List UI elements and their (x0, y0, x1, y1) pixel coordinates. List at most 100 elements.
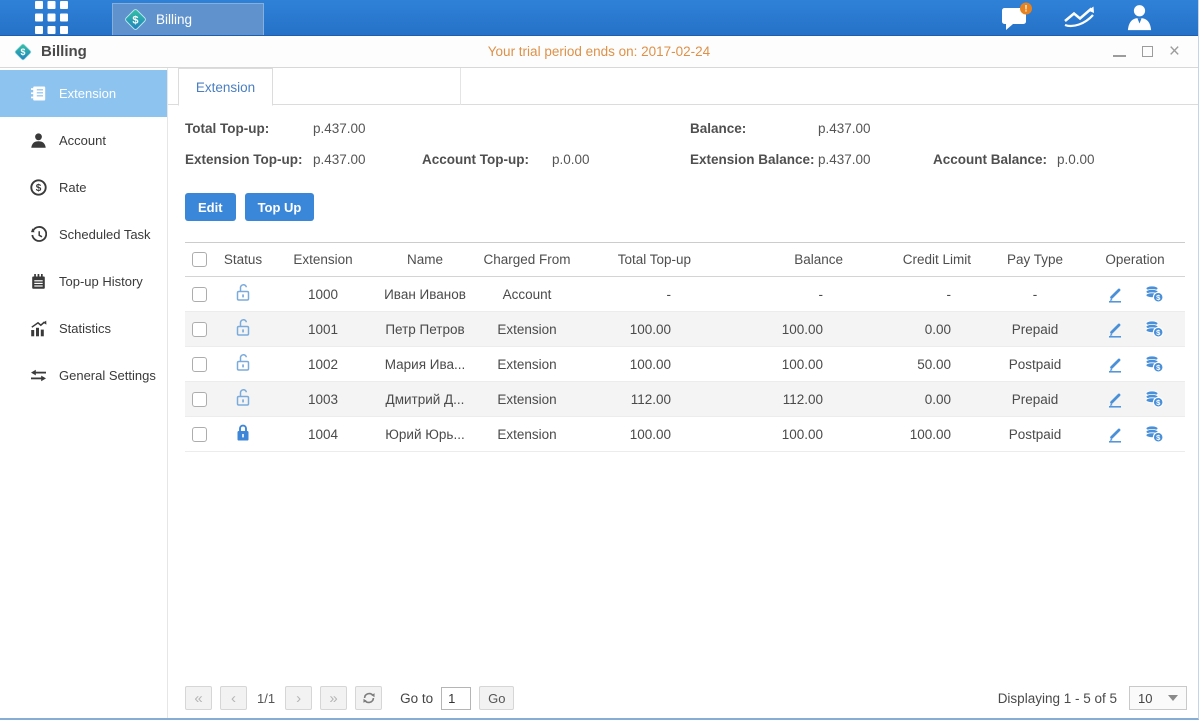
page-size-select[interactable]: 10 (1129, 686, 1187, 710)
cell-name: Мария Ива... (373, 347, 477, 382)
billing-app-window: $ Billing ! (0, 0, 1199, 720)
sidebar-item-account[interactable]: Account (0, 117, 167, 164)
sidebar-item-extension[interactable]: Extension (0, 70, 167, 117)
sidebar-item-general-settings[interactable]: General Settings (0, 352, 167, 399)
row-checkbox[interactable] (192, 322, 207, 337)
prev-page-button[interactable]: ‹ (220, 686, 247, 710)
cell-extension: 1002 (273, 347, 373, 382)
refresh-button[interactable] (355, 686, 382, 710)
user-menu-button[interactable] (1125, 3, 1154, 32)
goto-page-input[interactable] (441, 687, 471, 710)
action-buttons: Edit Top Up (168, 181, 1199, 227)
sidebar-item-topup-history[interactable]: Top-up History (0, 258, 167, 305)
account-topup-value: p.0.00 (552, 152, 590, 167)
close-button[interactable]: × (1169, 45, 1180, 59)
apps-grid-icon[interactable] (34, 1, 68, 35)
extension-balance-label: Extension Balance: (690, 152, 815, 167)
first-page-button[interactable]: « (185, 686, 212, 710)
cell-charged-from: Extension (477, 382, 577, 417)
row-checkbox[interactable] (192, 287, 207, 302)
cell-pay-type: Postpaid (985, 347, 1085, 382)
last-page-button[interactable]: » (320, 686, 347, 710)
statistics-icon (30, 320, 47, 337)
edit-row-icon[interactable] (1106, 425, 1124, 443)
header-extension: Extension (273, 243, 373, 277)
topup-row-icon[interactable]: $ (1144, 425, 1164, 443)
lock-open-icon (235, 283, 251, 302)
minimize-button[interactable] (1113, 55, 1126, 57)
cell-name: Петр Петров (373, 312, 477, 347)
cell-total-topup: - (577, 277, 705, 312)
cell-credit-limit: 100.00 (857, 417, 985, 452)
topup-button[interactable]: Top Up (245, 193, 315, 221)
cell-name: Дмитрий Д... (373, 382, 477, 417)
sidebar-item-scheduled-task[interactable]: Scheduled Task (0, 211, 167, 258)
header-balance: Balance (705, 243, 857, 277)
maximize-button[interactable] (1142, 46, 1153, 57)
sidebar-item-rate[interactable]: $ Rate (0, 164, 167, 211)
notification-badge: ! (1025, 4, 1028, 14)
header-pay-type: Pay Type (985, 243, 1085, 277)
table-row[interactable]: 1000 Иван Иванов Account - - - - $ (185, 277, 1185, 312)
table-row[interactable]: 1004 Юрий Юрь... Extension 100.00 100.00… (185, 417, 1185, 452)
row-checkbox[interactable] (192, 357, 207, 372)
lock-closed-icon (235, 423, 251, 442)
edit-button[interactable]: Edit (185, 193, 236, 221)
cell-total-topup: 112.00 (577, 382, 705, 417)
table-row[interactable]: 1001 Петр Петров Extension 100.00 100.00… (185, 312, 1185, 347)
cell-pay-type: Postpaid (985, 417, 1085, 452)
row-checkbox[interactable] (192, 392, 207, 407)
edit-row-icon[interactable] (1106, 285, 1124, 303)
extension-icon (30, 85, 47, 102)
tab-separator (460, 68, 461, 105)
scheduled-task-icon (30, 226, 47, 243)
billing-app-icon: $ (13, 42, 33, 62)
topup-row-icon[interactable]: $ (1144, 320, 1164, 338)
sidebar-item-label: General Settings (59, 368, 156, 383)
cell-balance: 100.00 (705, 312, 857, 347)
topup-row-icon[interactable]: $ (1144, 355, 1164, 373)
tab-extension[interactable]: Extension (178, 68, 273, 106)
trial-notice: Your trial period ends on: 2017-02-24 (0, 44, 1198, 59)
table-row[interactable]: 1002 Мария Ива... Extension 100.00 100.0… (185, 347, 1185, 382)
topup-history-icon (30, 273, 47, 290)
edit-row-icon[interactable] (1106, 355, 1124, 373)
table-row[interactable]: 1003 Дмитрий Д... Extension 112.00 112.0… (185, 382, 1185, 417)
header-name: Name (373, 243, 477, 277)
cell-total-topup: 100.00 (577, 417, 705, 452)
header-operation: Operation (1085, 243, 1185, 277)
total-topup-label: Total Top-up: (185, 121, 269, 136)
next-page-button[interactable]: › (285, 686, 312, 710)
sidebar-item-statistics[interactable]: Statistics (0, 305, 167, 352)
select-all-checkbox[interactable] (192, 252, 207, 267)
lock-open-icon (235, 318, 251, 337)
cell-balance: 112.00 (705, 382, 857, 417)
notifications-button[interactable]: ! (1000, 2, 1033, 33)
cell-credit-limit: - (857, 277, 985, 312)
edit-row-icon[interactable] (1106, 320, 1124, 338)
sidebar-item-label: Extension (59, 86, 116, 101)
topup-row-icon[interactable]: $ (1144, 390, 1164, 408)
taskbar-tab-billing[interactable]: $ Billing (112, 3, 264, 35)
cell-credit-limit: 0.00 (857, 382, 985, 417)
reports-button[interactable] (1063, 5, 1095, 30)
account-balance-label: Account Balance: (933, 152, 1047, 167)
balance-value: p.437.00 (818, 121, 871, 136)
edit-row-icon[interactable] (1106, 390, 1124, 408)
cell-charged-from: Account (477, 277, 577, 312)
cell-charged-from: Extension (477, 347, 577, 382)
window-title-bar: $ Billing Your trial period ends on: 201… (0, 36, 1198, 68)
sidebar-item-label: Scheduled Task (59, 227, 151, 242)
cell-extension: 1003 (273, 382, 373, 417)
topup-row-icon[interactable]: $ (1144, 285, 1164, 303)
sidebar-item-label: Account (59, 133, 106, 148)
taskbar-tab-label: Billing (156, 12, 192, 27)
user-icon (1125, 3, 1154, 32)
extension-topup-label: Extension Top-up: (185, 152, 303, 167)
tab-strip: Extension (168, 68, 1199, 105)
page-title: Billing (41, 43, 87, 60)
row-checkbox[interactable] (192, 427, 207, 442)
cell-credit-limit: 50.00 (857, 347, 985, 382)
table-header-row: Status Extension Name Charged From Total… (185, 243, 1185, 277)
go-button[interactable]: Go (479, 686, 514, 710)
